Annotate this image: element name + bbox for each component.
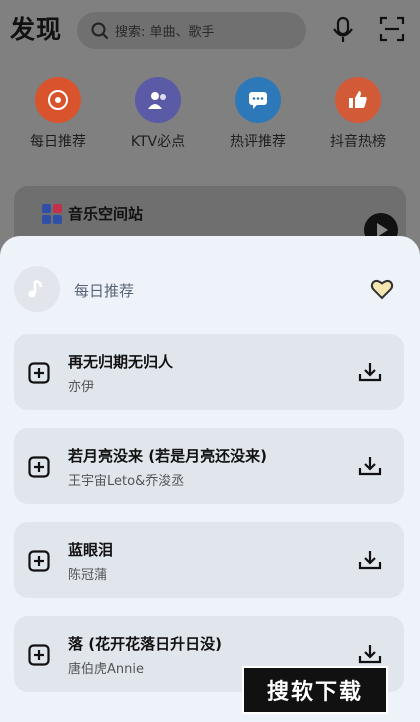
download-icon[interactable] [358,455,382,477]
playlist-cover [14,266,60,312]
search-icon [91,22,108,39]
comment-icon [235,77,281,123]
song-name: 若月亮没来 (若是月亮还没来) [68,447,267,465]
microphone-icon[interactable] [332,16,354,44]
quick-link-ktv[interactable]: KTV必点 [108,77,208,151]
thumbs-up-icon [335,77,381,123]
add-to-playlist-icon[interactable] [28,550,50,572]
station-icon [42,204,62,224]
add-to-playlist-icon[interactable] [28,644,50,666]
sheet-title: 每日推荐 [74,282,135,300]
add-to-playlist-icon[interactable] [28,456,50,478]
download-icon[interactable] [358,361,382,383]
quick-link-label: 每日推荐 [30,134,86,150]
song-artist: 陈冠蒲 [68,568,108,583]
download-icon[interactable] [358,549,382,571]
top-bar: 发现 搜索: 单曲、歌手 [0,0,420,62]
add-to-playlist-icon[interactable] [28,362,50,384]
song-artist: 唐伯虎Annie [68,662,144,677]
quick-link-daily[interactable]: 每日推荐 [8,77,108,151]
song-artist: 王宇宙Leto&乔浚丞 [68,474,185,489]
users-icon [135,77,181,123]
quick-link-hot-comments[interactable]: 热评推荐 [208,77,308,151]
daily-recommend-sheet: 每日推荐 再无归期无归人 亦伊 若月亮没来 (若是月亮还没来) 王宇宙Leto&… [0,236,420,722]
song-artist: 亦伊 [68,380,95,395]
song-name: 蓝眼泪 [68,541,114,559]
song-item[interactable]: 若月亮没来 (若是月亮还没来) 王宇宙Leto&乔浚丞 [14,428,404,504]
sheet-header: 每日推荐 [14,266,406,312]
music-note-icon [28,279,43,298]
search-bar[interactable]: 搜索: 单曲、歌手 [77,12,306,49]
page-title: 发现 [10,15,63,44]
quick-link-label: 抖音热榜 [330,134,386,150]
station-label: 音乐空间站 [68,205,144,223]
scan-icon[interactable] [379,16,405,42]
song-item[interactable]: 再无归期无归人 亦伊 [14,334,404,410]
quick-link-douyin[interactable]: 抖音热榜 [308,77,408,151]
watermark: 搜软下载 [242,666,388,714]
quick-link-label: 热评推荐 [230,134,286,150]
quick-link-label: KTV必点 [130,134,186,150]
song-name: 落 (花开花落日升日没) [68,635,222,653]
song-item[interactable]: 蓝眼泪 陈冠蒲 [14,522,404,598]
download-icon[interactable] [358,643,382,665]
search-placeholder: 搜索: 单曲、歌手 [115,25,215,40]
vinyl-icon [35,77,81,123]
favorite-heart-icon[interactable] [370,278,394,300]
song-name: 再无归期无归人 [68,353,174,371]
